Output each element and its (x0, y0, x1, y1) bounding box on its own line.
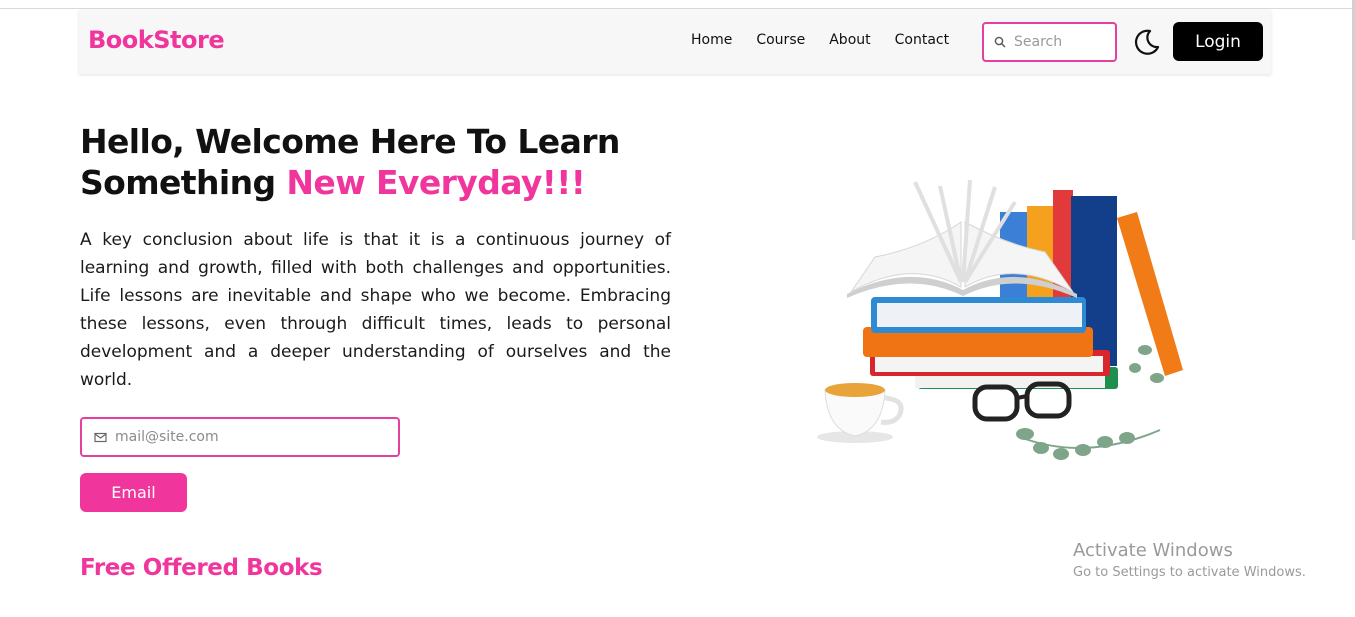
email-field-box[interactable] (80, 417, 400, 457)
email-input[interactable] (115, 429, 385, 445)
hero-paragraph: A key conclusion about life is that it i… (80, 230, 671, 390)
window-top-border (0, 8, 1355, 9)
mail-icon (94, 432, 107, 442)
hero-title-line1: Hello, Welcome Here To Learn (80, 122, 620, 161)
nav-link-home[interactable]: Home (691, 32, 732, 48)
search-box[interactable] (982, 22, 1117, 62)
nav-links: Home Course About Contact (691, 32, 973, 48)
watermark-title: Activate Windows (1073, 540, 1233, 561)
hero-title-line2: Something (80, 163, 276, 202)
books-illustration (817, 179, 1183, 460)
hero-title: Hello, Welcome Here To Learn Something N… (80, 121, 620, 203)
moon-icon[interactable] (1130, 26, 1162, 58)
navbar: BookStore Home Course About Contact Logi… (79, 10, 1271, 74)
nav-link-about[interactable]: About (829, 32, 870, 48)
activate-windows-watermark: Activate Windows Go to Settings to activ… (1073, 540, 1306, 580)
nav-link-course[interactable]: Course (756, 32, 805, 48)
hero-title-accent: New Everyday!!! (286, 163, 586, 202)
watermark-subtitle: Go to Settings to activate Windows. (1073, 565, 1306, 580)
search-icon (994, 36, 1006, 48)
section-title: Free Offered Books (80, 555, 323, 581)
search-input[interactable] (1014, 34, 1110, 50)
email-button[interactable]: Email (80, 473, 187, 512)
login-button[interactable]: Login (1173, 22, 1263, 61)
nav-link-contact[interactable]: Contact (895, 32, 949, 48)
brand-logo[interactable]: BookStore (88, 26, 225, 54)
